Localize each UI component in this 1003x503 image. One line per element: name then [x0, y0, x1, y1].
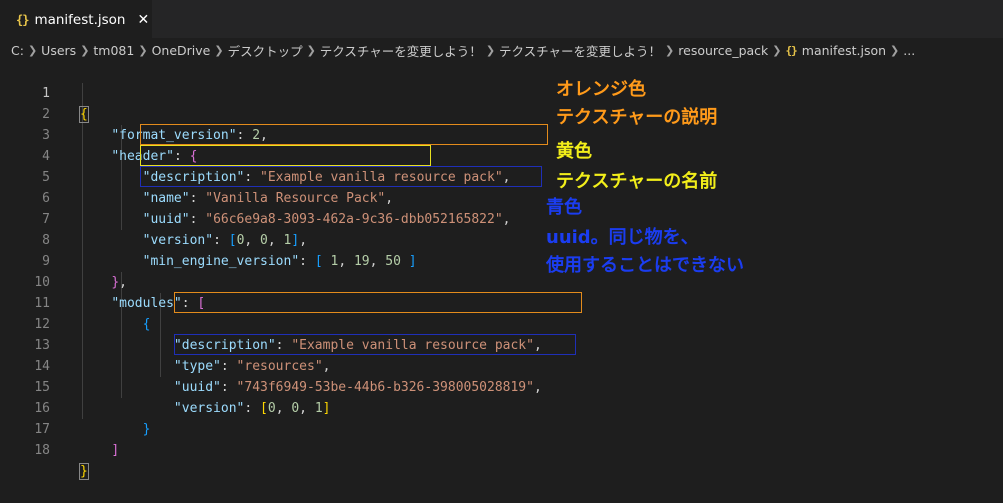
annotation-orange-desc: テクスチャーの説明	[556, 107, 718, 128]
annotation-orange-title: オレンジ色	[556, 79, 646, 100]
code-line: 9 },	[0, 230, 1003, 290]
code-content: }	[79, 461, 89, 482]
line-number: 18	[34, 443, 50, 458]
code-line: 10 "modules": [	[0, 251, 1003, 311]
tab-manifest-json[interactable]: {} manifest.json ✕	[0, 0, 152, 38]
highlight-box-yellow	[140, 145, 431, 166]
highlight-box-orange	[174, 292, 582, 313]
highlight-box-blue	[174, 334, 576, 355]
code-line: 3 "header": {	[0, 104, 1003, 164]
chevron-right-icon: ❯	[27, 43, 38, 57]
chevron-right-icon: ❯	[214, 43, 224, 57]
annotation-blue-desc-1: uuid。同じ物を、	[546, 227, 699, 248]
breadcrumb-item-desktop[interactable]: デスクトップ	[228, 41, 303, 60]
chevron-right-icon: ❯	[772, 43, 782, 57]
breadcrumb-item-onedrive[interactable]: OneDrive	[152, 43, 211, 58]
brace-close: }	[79, 463, 89, 480]
highlight-box-orange	[140, 124, 548, 145]
tab-label: manifest.json	[34, 11, 126, 28]
code-line: 18 }	[0, 419, 1003, 480]
annotation-blue-desc-2: 使用することはできない	[546, 255, 744, 276]
chevron-right-icon: ❯	[306, 43, 316, 57]
breadcrumb-item-folder-1[interactable]: テクスチャーを変更しよう！	[320, 41, 482, 60]
chevron-right-icon: ❯	[485, 43, 496, 57]
breadcrumb-item-file[interactable]: manifest.json	[802, 43, 886, 58]
json-file-icon: {}	[16, 12, 29, 27]
code-line: 1 {	[0, 62, 1003, 123]
bracket-close: ]	[111, 443, 120, 458]
breadcrumb: C: ❯ Users ❯ tm081 ❯ OneDrive ❯ デスクトップ ❯…	[0, 38, 1003, 62]
chevron-right-icon: ❯	[890, 43, 900, 57]
code-content: ]	[80, 440, 119, 461]
code-line: 7 "version": [0, 0, 1],	[0, 188, 1003, 248]
code-line: 15 "version": [0, 0, 1]	[0, 356, 1003, 416]
code-line: 11 {	[0, 272, 1003, 332]
annotation-yellow-title: 黄色	[556, 141, 592, 162]
chevron-right-icon: ❯	[138, 43, 148, 57]
highlight-box-blue	[140, 166, 542, 187]
breadcrumb-item-drive[interactable]: C:	[11, 43, 24, 58]
breadcrumb-item-folder-2[interactable]: テクスチャーを変更しよう！	[499, 41, 661, 60]
chevron-right-icon: ❯	[665, 43, 675, 57]
breadcrumb-item-users[interactable]: Users	[41, 43, 76, 58]
breadcrumb-item-resource-pack[interactable]: resource_pack	[678, 43, 768, 58]
json-file-icon: {}	[785, 43, 798, 57]
annotation-blue-title: 青色	[546, 197, 582, 218]
breadcrumb-item-user[interactable]: tm081	[93, 43, 134, 58]
chevron-right-icon: ❯	[80, 43, 90, 57]
close-icon[interactable]: ✕	[137, 12, 149, 28]
code-line: 13 "type": "resources",	[0, 314, 1003, 374]
breadcrumb-item-more[interactable]: ...	[903, 43, 915, 58]
code-editor[interactable]: 1 { 2 "format_version": 2, 3 "header": {…	[0, 62, 1003, 480]
annotation-yellow-desc: テクスチャーの名前	[556, 171, 718, 192]
code-line: 16 }	[0, 377, 1003, 437]
code-line: 2 "format_version": 2,	[0, 83, 1003, 143]
tab-bar: {} manifest.json ✕	[0, 0, 1003, 38]
code-line: 8 "min_engine_version": [ 1, 19, 50 ]	[0, 209, 1003, 269]
code-line: 17 ]	[0, 398, 1003, 458]
